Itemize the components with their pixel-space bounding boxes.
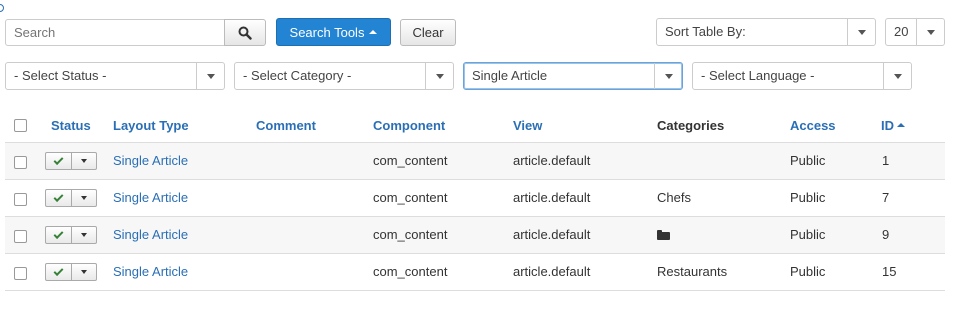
access-cell: Public [790,264,826,279]
list-limit-value: 20 [894,24,909,39]
column-header-layout-type[interactable]: Layout Type [113,118,189,133]
caret-down-icon [926,29,935,35]
view-cell: article.default [513,264,591,279]
row-actions-dropdown[interactable] [72,227,96,243]
publish-toggle-button[interactable] [46,264,72,280]
row-checkbox[interactable] [14,193,27,206]
column-header-status[interactable]: Status [51,118,91,133]
status-toggle[interactable] [45,226,97,244]
id-cell: 15 [882,264,897,279]
layout-type-link[interactable]: Single Article [113,227,188,242]
category-filter-value: - Select Category - [243,68,352,83]
publish-toggle-button[interactable] [46,190,72,206]
select-all-checkbox[interactable] [14,119,27,132]
component-cell: com_content [373,190,448,205]
language-filter-select[interactable]: - Select Language - [692,62,912,90]
check-icon [53,191,64,202]
list-limit-select[interactable]: 20 [885,18,945,46]
id-cell: 1 [882,153,890,168]
sort-ascending-icon [897,123,905,128]
component-cell: com_content [373,153,448,168]
publish-toggle-button[interactable] [46,153,72,169]
layout-type-link[interactable]: Single Article [113,153,188,168]
check-icon [53,154,64,165]
search-tools-button[interactable]: Search Tools [276,18,391,46]
status-filter-value: - Select Status - [14,68,107,83]
status-toggle[interactable] [45,152,97,170]
caret-down-icon [857,29,866,35]
check-icon [53,228,64,239]
caret-down-icon [81,233,87,237]
row-actions-dropdown[interactable] [72,264,96,280]
caret-down-icon [435,73,444,79]
search-tools-label: Search Tools [289,24,365,40]
sort-table-select[interactable]: Sort Table By: [656,18,876,46]
row-checkbox[interactable] [14,156,27,169]
categories-cell: Restaurants [657,264,728,279]
layout-type-filter-select[interactable]: Single Article [463,62,683,90]
column-header-view[interactable]: View [513,118,542,133]
language-filter-value: - Select Language - [701,68,815,83]
column-header-id-label: ID [881,118,894,133]
component-cell: com_content [373,227,448,242]
access-cell: Public [790,227,826,242]
layout-type-filter-value: Single Article [472,68,548,83]
view-cell: article.default [513,190,591,205]
status-toggle[interactable] [45,189,97,207]
view-cell: article.default [513,227,591,242]
clear-button[interactable]: Clear [400,19,456,46]
row-actions-dropdown[interactable] [72,153,96,169]
layout-type-link[interactable]: Single Article [113,190,188,205]
view-cell: article.default [513,153,591,168]
row-divider [5,290,945,291]
id-cell: 7 [882,190,890,205]
search-button[interactable] [224,19,266,46]
caret-down-icon [664,73,673,79]
column-header-access[interactable]: Access [790,118,836,133]
caret-down-icon [893,73,902,79]
caret-down-icon [206,73,215,79]
search-input[interactable] [5,19,225,46]
publish-toggle-button[interactable] [46,227,72,243]
caret-down-icon [81,159,87,163]
search-icon [238,26,252,40]
edge-indicator [0,4,4,12]
row-checkbox[interactable] [14,230,27,243]
categories-cell: Chefs [657,190,691,205]
category-filter-select[interactable]: - Select Category - [234,62,454,90]
component-cell: com_content [373,264,448,279]
column-header-component[interactable]: Component [373,118,445,133]
caret-down-icon [81,270,87,274]
access-cell: Public [790,153,826,168]
access-cell: Public [790,190,826,205]
folder-open-icon [657,230,670,240]
column-header-comment[interactable]: Comment [256,118,316,133]
id-cell: 9 [882,227,890,242]
row-checkbox[interactable] [14,267,27,280]
column-header-id[interactable]: ID [881,118,905,133]
caret-up-icon [369,30,378,34]
column-header-categories: Categories [657,118,725,133]
sort-table-value: Sort Table By: [665,24,746,39]
caret-down-icon [81,196,87,200]
status-toggle[interactable] [45,263,97,281]
status-filter-select[interactable]: - Select Status - [5,62,225,90]
check-icon [53,265,64,276]
row-actions-dropdown[interactable] [72,190,96,206]
layout-type-link[interactable]: Single Article [113,264,188,279]
